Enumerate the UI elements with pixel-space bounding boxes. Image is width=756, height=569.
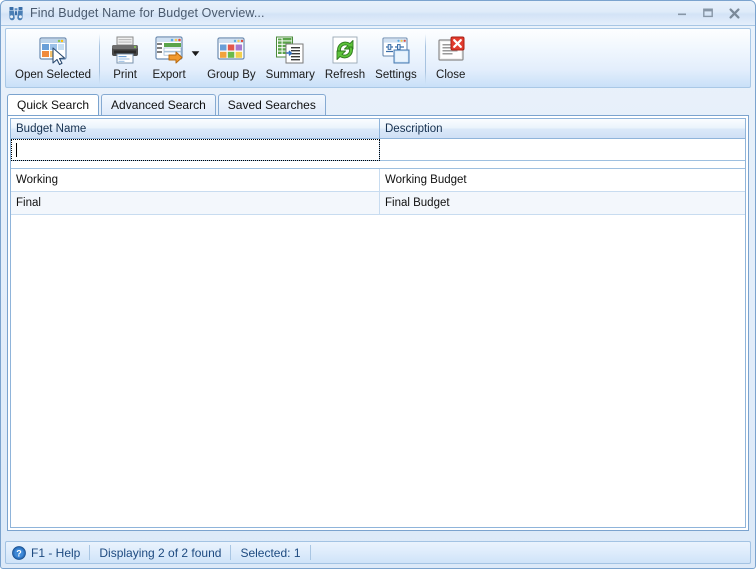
- open-selected-icon: [37, 34, 69, 66]
- tab-label: Quick Search: [17, 98, 90, 112]
- toolbar-button-refresh[interactable]: Refresh: [320, 32, 370, 81]
- toolbar-button-group-by[interactable]: Group By: [202, 32, 261, 81]
- cell-budget-name[interactable]: Final: [11, 192, 380, 215]
- status-displaying-label: Displaying 2 of 2 found: [99, 545, 222, 560]
- settings-icon: [380, 34, 412, 66]
- binoculars-icon: [8, 5, 24, 21]
- toolbar-label: Refresh: [324, 69, 366, 81]
- filter-input-description[interactable]: [380, 139, 745, 161]
- cell-text: Working: [16, 174, 58, 186]
- statusbar: ? F1 - Help Displaying 2 of 2 found Sele…: [5, 541, 751, 564]
- column-header-label: Description: [385, 122, 443, 135]
- column-header-description[interactable]: Description: [380, 119, 745, 139]
- column-header-label: Budget Name: [16, 122, 87, 135]
- toolbar-label: Print: [113, 69, 137, 81]
- toolbar-label: Summary: [265, 69, 315, 81]
- cell-description[interactable]: Final Budget: [380, 192, 745, 215]
- results-grid-panel: Budget Name Description Working Working …: [7, 115, 749, 531]
- toolbar: Open Selected Print Export Group By Summ…: [5, 28, 751, 88]
- toolbar-label: Open Selected: [15, 69, 92, 81]
- status-help-label: F1 - Help: [31, 545, 81, 560]
- summary-icon: [274, 34, 306, 66]
- export-dropdown-arrow[interactable]: [191, 32, 200, 57]
- close-window-icon: [435, 34, 467, 66]
- grid-header-row: Budget Name Description: [11, 119, 745, 139]
- cell-text: Working Budget: [385, 174, 467, 186]
- results-grid[interactable]: Budget Name Description Working Working …: [10, 118, 746, 528]
- status-selected: Selected: 1: [240, 545, 311, 560]
- tab-saved-searches[interactable]: Saved Searches: [217, 94, 326, 115]
- group-by-icon: [215, 34, 247, 66]
- close-button[interactable]: [721, 3, 747, 23]
- status-selected-label: Selected: 1: [240, 545, 301, 560]
- status-displaying: Displaying 2 of 2 found: [99, 545, 232, 560]
- toolbar-button-print[interactable]: Print: [103, 32, 147, 81]
- toolbar-button-settings[interactable]: Settings: [370, 32, 422, 81]
- status-help[interactable]: ? F1 - Help: [12, 545, 91, 560]
- table-row[interactable]: Working Working Budget: [11, 169, 745, 192]
- window-title: Find Budget Name for Budget Overview...: [30, 6, 265, 20]
- cell-text: Final: [16, 197, 41, 209]
- print-icon: [109, 34, 141, 66]
- help-icon: ?: [12, 545, 26, 560]
- toolbar-button-close[interactable]: Close: [429, 32, 473, 81]
- tab-quick-search[interactable]: Quick Search: [7, 94, 100, 115]
- tab-label: Saved Searches: [227, 98, 316, 112]
- find-budget-name-window: Find Budget Name for Budget Overview...: [0, 0, 756, 569]
- cell-text: Final Budget: [385, 197, 450, 209]
- column-header-budget-name[interactable]: Budget Name: [11, 119, 380, 139]
- grid-filter-row: [11, 139, 745, 161]
- window-controls: [669, 3, 755, 23]
- grid-group-panel: [11, 161, 745, 169]
- tab-advanced-search[interactable]: Advanced Search: [101, 94, 216, 115]
- table-row[interactable]: Final Final Budget: [11, 192, 745, 215]
- toolbar-button-export[interactable]: Export: [147, 32, 191, 81]
- toolbar-button-open-selected[interactable]: Open Selected: [10, 32, 96, 81]
- text-caret: [16, 142, 17, 157]
- toolbar-separator: [424, 34, 426, 84]
- cell-budget-name[interactable]: Working: [11, 169, 380, 192]
- toolbar-label: Settings: [375, 69, 417, 81]
- cell-description[interactable]: Working Budget: [380, 169, 745, 192]
- svg-text:?: ?: [16, 548, 22, 558]
- toolbar-button-summary[interactable]: Summary: [261, 32, 320, 81]
- toolbar-label: Close: [436, 69, 466, 81]
- minimize-button[interactable]: [669, 3, 695, 23]
- toolbar-label: Export: [152, 69, 186, 81]
- refresh-icon: [329, 34, 361, 66]
- export-icon: [153, 34, 185, 66]
- toolbar-separator: [99, 34, 101, 84]
- toolbar-label: Group By: [207, 69, 256, 81]
- tabstrip: Quick Search Advanced Search Saved Searc…: [7, 94, 749, 115]
- tab-label: Advanced Search: [111, 98, 206, 112]
- maximize-button[interactable]: [695, 3, 721, 23]
- filter-input-budget-name[interactable]: [11, 139, 380, 161]
- titlebar: Find Budget Name for Budget Overview...: [1, 1, 755, 26]
